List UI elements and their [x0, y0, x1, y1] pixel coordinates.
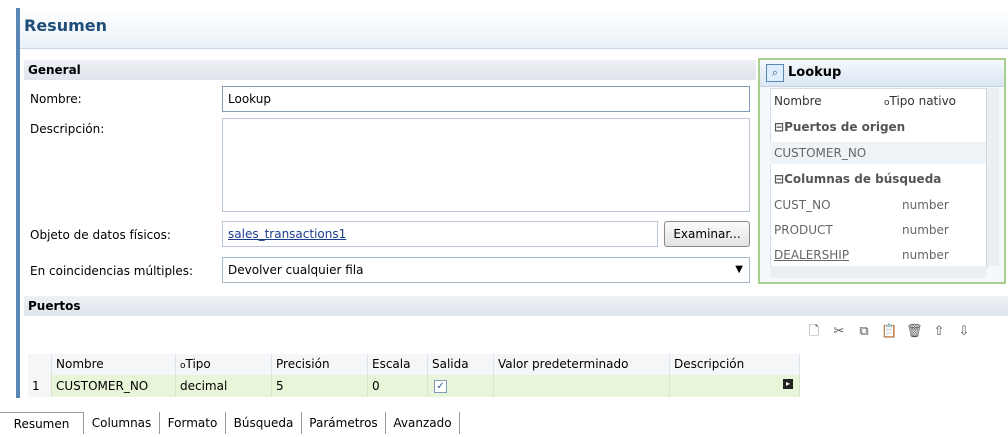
- ports-section-header: Puertos: [24, 296, 1008, 316]
- description-textarea[interactable]: [222, 118, 750, 212]
- tab-busqueda[interactable]: Búsqueda: [226, 412, 302, 434]
- physical-object-field: sales_transactions1: [222, 221, 658, 247]
- browse-button[interactable]: Examinar...: [664, 221, 750, 247]
- source-ports-group[interactable]: ⊟Puertos de origen: [774, 120, 905, 134]
- table-header-default-value[interactable]: Valor predeterminado: [494, 354, 670, 375]
- lookup-col-name: Nombre: [774, 94, 822, 108]
- name-input[interactable]: Lookup: [222, 86, 750, 112]
- table-header-description[interactable]: Descripción: [670, 354, 800, 375]
- name-label: Nombre:: [30, 92, 82, 106]
- table-header-output[interactable]: Salida: [428, 354, 494, 375]
- lookup-columns-group[interactable]: ⊟Columnas de búsqueda: [774, 172, 941, 186]
- new-icon[interactable]: 🗋: [806, 324, 822, 340]
- cell-scale[interactable]: 0: [368, 375, 428, 397]
- lookup-transform-icon: ⌕: [766, 64, 784, 82]
- table-header-corner: [28, 354, 52, 375]
- lookup-column-name: CUST_NO: [774, 198, 831, 212]
- delete-icon[interactable]: 🗑: [906, 324, 923, 340]
- lookup-panel-title: Lookup: [788, 65, 842, 80]
- lookup-column-type: number: [902, 248, 949, 262]
- cell-precision[interactable]: 5: [272, 375, 368, 397]
- lookup-horizontal-scrollbar[interactable]: [770, 266, 986, 278]
- page-title: Resumen: [24, 16, 107, 35]
- lookup-column-name: PRODUCT: [774, 223, 833, 237]
- row-index: 1: [28, 375, 52, 397]
- cell-default-value[interactable]: [494, 375, 670, 397]
- collapse-icon[interactable]: ⊟: [774, 172, 784, 186]
- tab-parametros[interactable]: Parámetros: [302, 412, 386, 434]
- collapse-icon[interactable]: ⊟: [774, 120, 784, 134]
- cell-name[interactable]: CUSTOMER_NO: [52, 375, 176, 397]
- lookup-col-type: oTipo nativo: [884, 94, 957, 108]
- ports-table: Nombre oTipo Precisión Escala Salida Val…: [28, 354, 1008, 397]
- lookup-column-type: number: [902, 198, 949, 212]
- table-header-scale[interactable]: Escala: [368, 354, 428, 375]
- lookup-column-name: DEALERSHIP: [774, 248, 850, 262]
- edit-description-icon[interactable]: ▸: [783, 379, 793, 389]
- lookup-column-type: number: [902, 223, 949, 237]
- general-section-header: General: [24, 60, 756, 80]
- multiple-matches-select[interactable]: Devolver cualquier fila ▼: [222, 257, 750, 283]
- description-label: Descripción:: [30, 122, 105, 136]
- left-accent-bar: [16, 8, 20, 398]
- cell-type[interactable]: decimal: [176, 375, 272, 397]
- physical-object-label: Objeto de datos físicos:: [30, 228, 171, 242]
- move-down-icon[interactable]: ⇩: [956, 324, 972, 340]
- multiple-matches-label: En coincidencias múltiples:: [30, 264, 194, 278]
- cell-description[interactable]: ▸: [670, 375, 800, 397]
- cell-output: ✓: [428, 375, 494, 397]
- output-checkbox[interactable]: ✓: [434, 380, 447, 393]
- table-header-precision[interactable]: Precisión: [272, 354, 368, 375]
- table-header-type[interactable]: oTipo: [176, 354, 272, 375]
- dropdown-arrow-icon: ▼: [735, 264, 743, 275]
- title-bar: [16, 8, 1008, 49]
- move-up-icon[interactable]: ⇧: [931, 324, 947, 340]
- tab-columnas[interactable]: Columnas: [84, 412, 160, 434]
- tab-avanzado[interactable]: Avanzado: [386, 412, 460, 434]
- multiple-matches-value: Devolver cualquier fila: [228, 263, 364, 277]
- physical-object-link[interactable]: sales_transactions1: [228, 227, 346, 241]
- tab-resumen[interactable]: Resumen: [0, 412, 84, 434]
- table-header-name[interactable]: Nombre: [52, 354, 176, 375]
- paste-icon[interactable]: 📋: [881, 324, 897, 340]
- tab-formato[interactable]: Formato: [160, 412, 226, 434]
- cut-icon[interactable]: ✂: [831, 324, 847, 340]
- lookup-panel: ⌕ Lookup Nombre oTipo nativo ⊟Puertos de…: [758, 58, 1006, 284]
- lookup-vertical-scrollbar[interactable]: [986, 88, 999, 266]
- copy-icon[interactable]: ⧉: [856, 324, 872, 340]
- source-port-name: CUSTOMER_NO: [774, 146, 867, 160]
